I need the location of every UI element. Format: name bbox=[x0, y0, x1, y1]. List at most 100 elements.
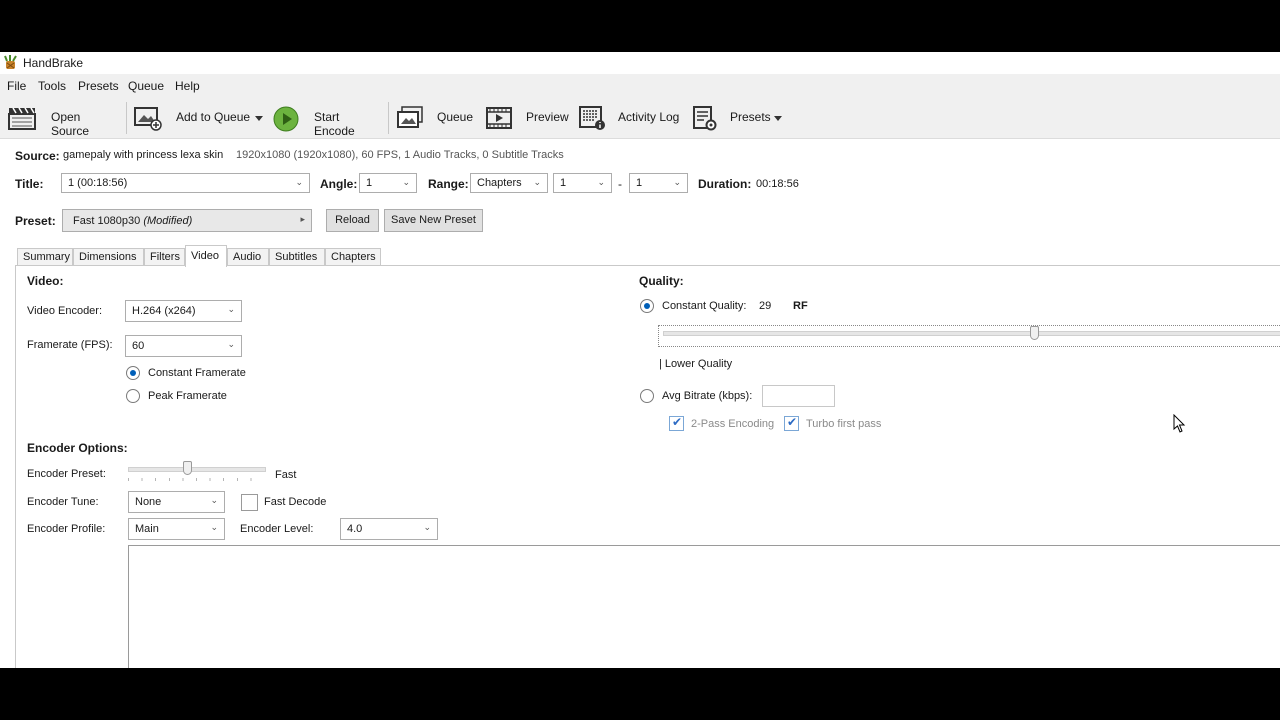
handbrake-pineapple-icon bbox=[4, 55, 17, 69]
menu-queue[interactable]: Queue bbox=[128, 79, 164, 93]
range-start-dropdown[interactable]: 1 ⌄ bbox=[553, 173, 612, 193]
turbo-first-pass-checkbox[interactable]: ✔ bbox=[784, 415, 799, 431]
activity-log-icon bbox=[579, 106, 605, 130]
save-new-preset-button[interactable]: Save New Preset bbox=[384, 209, 483, 232]
open-source-button[interactable]: Open Source bbox=[5, 98, 121, 138]
chevron-down-icon: ⌄ bbox=[227, 339, 235, 349]
constant-framerate-label: Constant Framerate bbox=[148, 367, 246, 379]
two-pass-checkbox[interactable]: ✔ bbox=[669, 415, 684, 431]
menu-file[interactable]: File bbox=[7, 79, 26, 93]
tab-subtitles[interactable]: Subtitles bbox=[269, 248, 325, 266]
rf-slider[interactable] bbox=[658, 325, 1280, 347]
video-encoder-dropdown[interactable]: H.264 (x264) ⌄ bbox=[125, 300, 242, 322]
angle-dropdown[interactable]: 1 ⌄ bbox=[359, 173, 417, 193]
add-to-queue-dropdown-icon[interactable] bbox=[255, 116, 263, 121]
rf-slider-thumb[interactable] bbox=[1030, 326, 1039, 340]
avg-bitrate-label: Avg Bitrate (kbps): bbox=[662, 390, 753, 402]
menu-presets[interactable]: Presets bbox=[78, 79, 119, 93]
encoder-preset-value: Fast bbox=[275, 469, 297, 481]
angle-dropdown-value: 1 bbox=[366, 177, 373, 189]
menu-tools[interactable]: Tools bbox=[38, 79, 66, 93]
toolbar-separator bbox=[388, 102, 389, 134]
activity-log-button[interactable]: Activity Log bbox=[575, 98, 683, 138]
presets-dropdown-icon[interactable] bbox=[774, 116, 782, 121]
avg-bitrate-input[interactable] bbox=[762, 385, 835, 407]
chevron-down-icon: ⌄ bbox=[227, 304, 235, 314]
tab-summary[interactable]: Summary bbox=[17, 248, 73, 266]
add-photo-icon bbox=[134, 107, 162, 131]
start-encode-label: Start Encode bbox=[314, 110, 355, 138]
constant-quality-label: Constant Quality: bbox=[662, 300, 747, 312]
encoder-options-heading: Encoder Options: bbox=[27, 441, 128, 455]
tab-dimensions[interactable]: Dimensions bbox=[73, 248, 144, 266]
toolbar-separator bbox=[126, 102, 127, 134]
title-dropdown[interactable]: 1 (00:18:56) ⌄ bbox=[61, 173, 310, 193]
lower-quality-label: | Lower Quality bbox=[659, 358, 733, 370]
presets-button[interactable]: Presets bbox=[688, 98, 788, 138]
handbrake-window: HandBrake File Tools Presets Queue Help … bbox=[0, 52, 1280, 668]
duration-value: 00:18:56 bbox=[756, 178, 799, 190]
activity-log-label: Activity Log bbox=[618, 110, 680, 124]
advanced-options-textarea[interactable] bbox=[128, 545, 1280, 668]
tab-filters[interactable]: Filters bbox=[144, 248, 185, 266]
source-name: gamepaly with princess lexa skin bbox=[63, 149, 224, 161]
constant-quality-unit: RF bbox=[793, 300, 808, 312]
menu-help[interactable]: Help bbox=[175, 79, 200, 93]
range-end-value: 1 bbox=[636, 177, 643, 189]
encoder-preset-label: Encoder Preset: bbox=[27, 468, 106, 480]
peak-framerate-radio[interactable] bbox=[126, 389, 140, 403]
title-label: Title: bbox=[15, 177, 44, 191]
title-dropdown-value: 1 (00:18:56) bbox=[68, 177, 128, 189]
fast-decode-checkbox[interactable] bbox=[241, 494, 258, 511]
preset-label: Preset: bbox=[15, 214, 56, 228]
quality-heading: Quality: bbox=[639, 274, 684, 288]
queue-button[interactable]: Queue bbox=[393, 98, 477, 138]
film-preview-icon bbox=[486, 107, 512, 129]
framerate-value: 60 bbox=[132, 340, 145, 352]
queue-photos-icon bbox=[397, 106, 423, 128]
video-heading: Video: bbox=[27, 274, 64, 288]
encoder-preset-thumb[interactable] bbox=[182, 461, 192, 475]
tab-chapters[interactable]: Chapters bbox=[325, 248, 381, 266]
avg-bitrate-radio[interactable] bbox=[640, 389, 654, 403]
fast-decode-label: Fast Decode bbox=[264, 496, 327, 508]
encoder-preset-ticks bbox=[128, 478, 264, 481]
clapperboard-icon bbox=[8, 107, 36, 130]
preview-button[interactable]: Preview bbox=[482, 98, 570, 138]
constant-quality-radio[interactable] bbox=[640, 299, 654, 313]
encoder-profile-label: Encoder Profile: bbox=[27, 523, 106, 535]
chevron-down-icon: ⌄ bbox=[210, 522, 218, 532]
mouse-cursor-icon bbox=[1173, 414, 1186, 433]
chevron-down-icon: ⌄ bbox=[402, 177, 410, 187]
encoder-tune-value: None bbox=[135, 496, 162, 508]
chevron-down-icon: ⌄ bbox=[210, 495, 218, 505]
encoder-level-dropdown[interactable]: 4.0 ⌄ bbox=[340, 518, 438, 540]
encoder-preset-track bbox=[128, 467, 266, 472]
tab-video[interactable]: Video bbox=[185, 245, 227, 267]
video-encoder-label: Video Encoder: bbox=[27, 305, 103, 317]
open-source-label: Open Source bbox=[51, 110, 90, 138]
framerate-dropdown[interactable]: 60 ⌄ bbox=[125, 335, 242, 357]
encoder-preset-slider[interactable] bbox=[128, 460, 266, 484]
start-encode-button[interactable]: Start Encode bbox=[271, 98, 383, 138]
range-type-dropdown[interactable]: Chapters ⌄ bbox=[470, 173, 548, 193]
chevron-down-icon: ⌄ bbox=[423, 522, 431, 532]
preset-name: Fast 1080p30 bbox=[73, 215, 141, 227]
constant-framerate-radio[interactable] bbox=[126, 366, 140, 380]
preview-label: Preview bbox=[526, 110, 569, 124]
reload-button[interactable]: Reload bbox=[326, 209, 379, 232]
encoder-profile-value: Main bbox=[135, 523, 159, 535]
add-to-queue-button[interactable]: Add to Queue bbox=[130, 98, 266, 138]
chevron-down-icon: ⌄ bbox=[295, 177, 303, 187]
encoder-tune-label: Encoder Tune: bbox=[27, 496, 99, 508]
encoder-profile-dropdown[interactable]: Main ⌄ bbox=[128, 518, 225, 540]
encoder-tune-dropdown[interactable]: None ⌄ bbox=[128, 491, 225, 513]
tab-audio[interactable]: Audio bbox=[227, 248, 269, 266]
range-label: Range: bbox=[428, 177, 469, 191]
rf-slider-track bbox=[663, 331, 1280, 336]
range-end-dropdown[interactable]: 1 ⌄ bbox=[629, 173, 688, 193]
preset-selector[interactable]: Fast 1080p30 (Modified) ▸ bbox=[62, 209, 312, 232]
checkmark-icon: ✔ bbox=[787, 415, 798, 429]
title-bar: HandBrake bbox=[0, 52, 1280, 74]
range-start-value: 1 bbox=[560, 177, 567, 189]
